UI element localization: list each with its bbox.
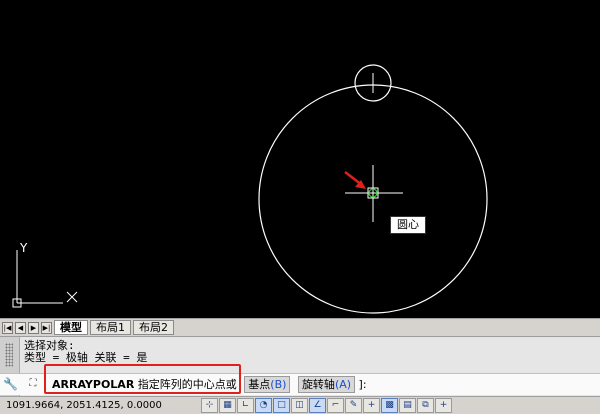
annotation-monitor-icon[interactable]: + — [435, 398, 452, 413]
object-track-icon[interactable]: ∠ — [309, 398, 326, 413]
first-tab-icon[interactable]: |◀ — [2, 321, 13, 334]
grid-mode-icon[interactable]: ▦ — [219, 398, 236, 413]
object-snap-icon[interactable]: □ — [273, 398, 290, 413]
option-axis-button[interactable]: 旋转轴(A) — [297, 376, 356, 393]
crosshair-cursor — [345, 165, 403, 222]
tab-layout2[interactable]: 布局2 — [133, 320, 174, 335]
tab-model[interactable]: 模型 — [54, 320, 88, 335]
drawing-canvas[interactable]: Y 圆心 — [0, 0, 600, 318]
status-bar: 1091.9664, 2051.4125, 0.0000 ⊹ ▦ ∟ ◔ □ ◫… — [0, 396, 600, 414]
drawing-svg[interactable]: Y — [0, 0, 600, 318]
snap-mode-icon[interactable]: ⊹ — [201, 398, 218, 413]
last-tab-icon[interactable]: ▶| — [41, 321, 52, 334]
command-prompt-text[interactable]: ARRAYPOLAR 指定阵列的中心点或 基点(B) 旋转轴(A) ]: — [52, 376, 367, 394]
customize-wrench-icon[interactable]: 🔧 — [3, 377, 18, 391]
ucs-y-label: Y — [19, 241, 28, 255]
command-prompt: 指定阵列的中心点或 — [137, 378, 237, 391]
layout-tab-bar: |◀ ◀ ▶ ▶| 模型 布局1 布局2 — [0, 318, 600, 336]
quick-properties-icon[interactable]: ▤ — [399, 398, 416, 413]
ucs-icon — [12, 250, 78, 308]
ducs-icon[interactable]: ⌐ — [327, 398, 344, 413]
command-input-row[interactable]: 🔧 ⛶ ARRAYPOLAR 指定阵列的中心点或 基点(B) 旋转轴(A) ]: — [0, 373, 600, 395]
command-array-icon: ⛶ — [29, 378, 37, 389]
coordinate-readout: 1091.9664, 2051.4125, 0.0000 — [6, 400, 162, 411]
prev-tab-icon[interactable]: ◀ — [15, 321, 26, 334]
transparency-icon[interactable]: ▩ — [381, 398, 398, 413]
snap-tooltip: 圆心 — [390, 216, 426, 234]
lineweight-icon[interactable]: + — [363, 398, 380, 413]
history-line: 类型 = 极轴 关联 = 是 — [24, 351, 148, 364]
tab-layout1[interactable]: 布局1 — [90, 320, 131, 335]
selection-cycling-icon[interactable]: ⧉ — [417, 398, 434, 413]
command-tail: ]: — [358, 378, 367, 391]
command-window: 选择对象: 类型 = 极轴 关联 = 是 🔧 ⛶ ARRAYPOLAR 指定阵列… — [0, 336, 600, 397]
dynamic-input-icon[interactable]: ✎ — [345, 398, 362, 413]
command-name: ARRAYPOLAR — [52, 378, 135, 391]
ortho-mode-icon[interactable]: ∟ — [237, 398, 254, 413]
polar-tracking-icon[interactable]: ◔ — [255, 398, 272, 413]
option-basepoint-button[interactable]: 基点(B) — [244, 376, 291, 393]
red-arrow-icon — [344, 171, 366, 189]
3d-osnap-icon[interactable]: ◫ — [291, 398, 308, 413]
next-tab-icon[interactable]: ▶ — [28, 321, 39, 334]
command-history: 选择对象: 类型 = 极轴 关联 = 是 — [24, 340, 147, 364]
